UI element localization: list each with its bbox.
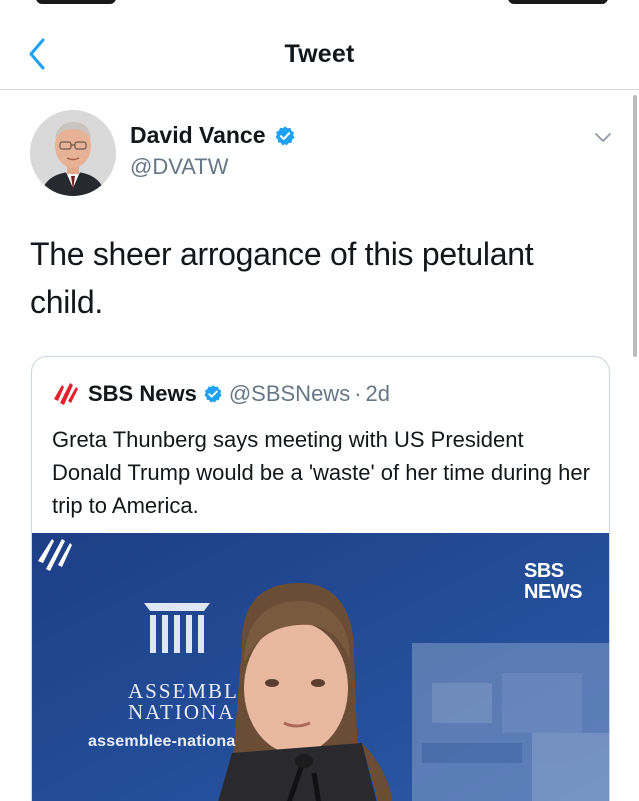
tweet-text: The sheer arrogance of this petulant chi… — [30, 236, 534, 320]
page-title: Tweet — [284, 40, 355, 68]
assembly-line2: NATIONA — [128, 700, 236, 724]
more-options-button[interactable] — [590, 128, 616, 148]
quoted-tweet-text: Greta Thunberg says meeting with US Pres… — [52, 427, 590, 518]
quoted-timestamp: 2d — [365, 381, 391, 406]
navigation-bar: Tweet — [0, 14, 639, 90]
chevron-down-icon — [595, 133, 611, 142]
quoted-media-image[interactable]: SBS NEWS ASSEMBL NATIONA assemblee-natio… — [32, 533, 609, 801]
quoted-author-name[interactable]: SBS News — [88, 381, 197, 407]
sbs-logo-icon — [54, 383, 78, 405]
sbs-watermark-line2: NEWS — [524, 581, 583, 603]
author-handle[interactable]: @DVATW — [130, 154, 229, 180]
verified-badge-icon — [275, 125, 294, 145]
tweet-header: David Vance @DVATW — [0, 104, 639, 204]
avatar-image — [30, 110, 116, 196]
status-bar — [0, 0, 639, 14]
assembly-line1: ASSEMBL — [128, 679, 239, 703]
verified-badge-icon — [204, 385, 222, 403]
status-icons — [508, 0, 608, 4]
quoted-tweet-header: SBS News @SBSNews · 2d — [50, 379, 390, 409]
author-name-text: David Vance — [130, 122, 266, 148]
separator-dot: · — [354, 381, 362, 406]
sbs-watermark-icon — [38, 539, 72, 571]
status-time — [36, 0, 116, 4]
assembly-url-text: assemblee-nationa — [88, 733, 236, 750]
avatar[interactable] — [30, 110, 116, 196]
quoted-tweet-card[interactable]: SBS News @SBSNews · 2d Greta Thunberg sa… — [31, 356, 610, 801]
assembly-sign-text: ASSEMBL NATIONA — [128, 681, 239, 723]
sbs-watermark-line1: SBS — [524, 560, 564, 582]
sbs-watermark-text: SBS NEWS — [524, 560, 583, 603]
author-name[interactable]: David Vance — [130, 122, 296, 149]
quoted-author-handle[interactable]: @SBSNews — [229, 381, 350, 407]
